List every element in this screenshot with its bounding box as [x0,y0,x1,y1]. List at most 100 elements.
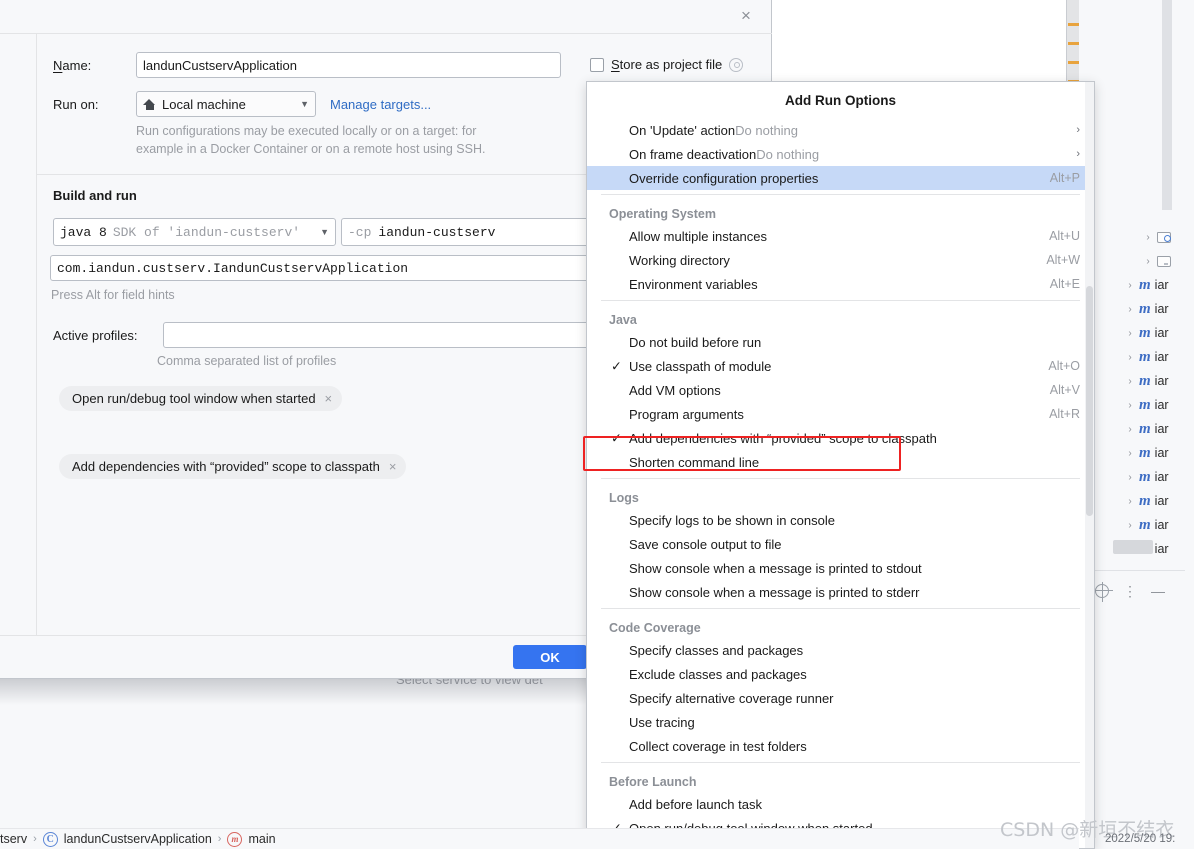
chevron-right-icon[interactable]: › [1125,448,1135,459]
warning-marker[interactable] [1068,23,1079,26]
tree-row[interactable]: › [1125,249,1194,273]
menu-item-add-vm-options[interactable]: Add VM options Alt+V [587,378,1094,402]
chevron-right-icon[interactable]: › [1125,424,1135,435]
maven-icon: m [1139,468,1151,485]
minimize-icon[interactable]: — [1151,584,1165,598]
chevron-right-icon[interactable]: › [1125,520,1135,531]
chevron-right-icon[interactable]: › [1056,148,1080,160]
popup-scrollbar-thumb[interactable] [1086,286,1093,516]
tree-item-label: iar [1154,278,1169,292]
menu-item-shorten-command-line[interactable]: Shorten command line [587,450,1094,474]
menu-item-label: Program arguments [629,406,744,422]
close-icon[interactable]: × [325,391,333,406]
breadcrumb-item-class[interactable]: landunCustservApplication [64,832,212,846]
tree-row[interactable]: › miar [1125,273,1194,297]
more-options-icon[interactable]: ⋮ [1123,584,1137,598]
warning-marker[interactable] [1068,42,1079,45]
menu-item-specify-logs-shown-in-console[interactable]: Specify logs to be shown in console [587,508,1094,532]
menu-item-exclude-classes-and-packages[interactable]: Exclude classes and packages [587,662,1094,686]
menu-item-label: Save console output to file [629,536,782,552]
tree-row[interactable]: › miar [1125,465,1194,489]
menu-item-label: Show console when a message is printed t… [629,584,920,600]
run-on-hint: Run configurations may be executed local… [136,122,586,158]
menu-item-save-console-output-to-file[interactable]: Save console output to file [587,532,1094,556]
warning-marker[interactable] [1068,61,1079,64]
chevron-right-icon[interactable]: › [1143,232,1153,243]
menu-item-specify-classes-and-packages[interactable]: Specify classes and packages [587,638,1094,662]
run-on-target-select[interactable]: Local machine ▼ [136,91,316,117]
active-profiles-row: Active profiles: [53,322,613,348]
menu-item-override-configuration-properties[interactable]: Override configuration properties Alt+P [587,166,1094,190]
chevron-right-icon[interactable]: › [1125,472,1135,483]
manage-targets-link[interactable]: Manage targets... [330,97,431,112]
close-icon[interactable]: × [389,459,397,474]
popup-scrollbar-track[interactable] [1085,82,1094,848]
menu-item-add-before-launch-task[interactable]: Add before launch task [587,792,1094,816]
tree-row[interactable]: › miar [1125,345,1194,369]
tree-item-label: iar [1154,446,1169,460]
chevron-right-icon[interactable]: › [1125,496,1135,507]
tree-row[interactable]: › miar [1125,489,1194,513]
tree-row[interactable]: › miar [1125,297,1194,321]
tree-item-label: iar [1154,518,1169,532]
ok-button[interactable]: OK [513,645,587,669]
maven-icon: m [1139,444,1151,461]
tree-item-label: iar [1154,470,1169,484]
menu-item-on-frame-deactivation[interactable]: On frame deactivation Do nothing › [587,142,1094,166]
menu-item-show-console-stdout[interactable]: Show console when a message is printed t… [587,556,1094,580]
divider [601,478,1080,479]
tree-row[interactable]: › miar [1125,513,1194,537]
menu-item-use-classpath-of-module[interactable]: ✓ Use classpath of module Alt+O [587,354,1094,378]
home-icon [143,98,156,110]
tree-row[interactable]: › miar [1125,369,1194,393]
menu-item-label: Use classpath of module [629,358,772,374]
menu-item-program-arguments[interactable]: Program arguments Alt+R [587,402,1094,426]
menu-item-do-not-build-before-run[interactable]: Do not build before run [587,330,1094,354]
timestamp: 2022/5/20 19: [1105,833,1176,845]
menu-item-label: Add before launch task [629,796,762,812]
gear-icon[interactable] [729,57,744,72]
tree-horizontal-scrollbar[interactable] [1113,540,1153,554]
chevron-right-icon[interactable]: › [1125,304,1135,315]
close-icon[interactable]: × [734,4,758,28]
menu-item-allow-multiple-instances[interactable]: Allow multiple instances Alt+U [587,224,1094,248]
chevron-right-icon[interactable]: › [1125,376,1135,387]
chevron-right-icon[interactable]: › [1125,352,1135,363]
menu-item-subvalue: Do nothing [735,122,799,138]
menu-item-label: Exclude classes and packages [629,666,807,682]
menu-item-collect-coverage-in-test-folders[interactable]: Collect coverage in test folders [587,734,1094,758]
chevron-right-icon[interactable]: › [1125,280,1135,291]
tree-row[interactable]: › [1125,225,1194,249]
tree-row[interactable]: › miar [1125,417,1194,441]
locate-icon[interactable] [1093,581,1113,602]
menu-item-label: Specify classes and packages [629,642,804,658]
tree-row[interactable]: › miar [1125,321,1194,345]
menu-item-use-tracing[interactable]: Use tracing [587,710,1094,734]
option-chip-open-run-debug[interactable]: Open run/debug tool window when started … [59,386,343,411]
menu-item-on-update-action[interactable]: On 'Update' action Do nothing › [587,118,1094,142]
menu-item-show-console-stderr[interactable]: Show console when a message is printed t… [587,580,1094,604]
menu-item-label: On frame deactivation [629,146,757,162]
breadcrumb-item-package[interactable]: tserv [0,832,27,846]
menu-item-specify-alternative-coverage-runner[interactable]: Specify alternative coverage runner [587,686,1094,710]
menu-group-header-operating-system: Operating System [609,207,716,221]
chevron-right-icon[interactable]: › [1056,124,1080,136]
project-panel-scrollbar[interactable] [1162,0,1172,210]
chevron-right-icon[interactable]: › [1125,328,1135,339]
menu-item-environment-variables[interactable]: Environment variables Alt+E [587,272,1094,296]
store-as-project-file-checkbox[interactable] [590,57,604,72]
breadcrumb-item-method[interactable]: main [248,832,275,846]
chevron-right-icon[interactable]: › [1143,256,1153,267]
active-profiles-input[interactable] [163,322,593,348]
add-run-options-popup: Add Run Options On 'Update' action Do no… [586,81,1095,849]
menu-item-working-directory[interactable]: Working directory Alt+W [587,248,1094,272]
menu-item-add-provided-scope-dependencies[interactable]: ✓ Add dependencies with “provided” scope… [587,426,1094,450]
jre-select[interactable]: java 8 SDK of 'iandun-custserv' ▼ [53,218,336,246]
chevron-down-icon: ▼ [300,99,309,109]
option-chip-provided-scope[interactable]: Add dependencies with “provided” scope t… [59,454,407,479]
name-input[interactable] [136,52,561,78]
tree-row[interactable]: › miar [1125,393,1194,417]
chevron-right-icon[interactable]: › [1125,400,1135,411]
store-as-project-file-row[interactable]: Store as project file [590,57,744,72]
tree-row[interactable]: › miar [1125,441,1194,465]
